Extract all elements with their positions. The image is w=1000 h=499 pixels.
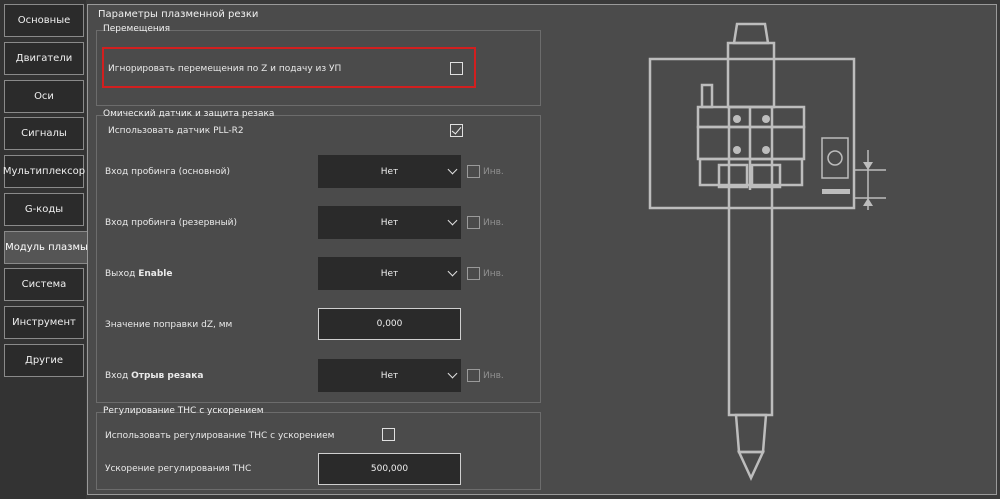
group-ohmic-title: Омический датчик и защита резака bbox=[103, 109, 275, 119]
sidebar-item-tool[interactable]: Инструмент bbox=[4, 306, 84, 339]
group-moves-title: Перемещения bbox=[103, 24, 171, 34]
probe-main-select[interactable]: Нет bbox=[318, 155, 461, 188]
chevron-down-icon bbox=[447, 266, 458, 277]
probe-reserve-inv-label: Инв. bbox=[483, 218, 504, 228]
sidebar-item-other[interactable]: Другие bbox=[4, 344, 84, 377]
thc-use-label: Использовать регулирование THC с ускорен… bbox=[105, 431, 335, 441]
torch-break-label: Вход Отрыв резака bbox=[105, 371, 203, 381]
enable-out-label-bold: Enable bbox=[138, 269, 173, 279]
dz-input[interactable]: 0,000 bbox=[318, 308, 461, 340]
ignore-moves-label: Игнорировать перемещения по Z и подачу и… bbox=[108, 64, 342, 74]
ignore-moves-checkbox[interactable] bbox=[450, 62, 463, 75]
group-thc-title: Регулирование THC с ускорением bbox=[103, 406, 264, 416]
probe-reserve-inv-checkbox[interactable] bbox=[467, 216, 480, 229]
use-sensor-checkbox[interactable] bbox=[450, 124, 463, 137]
sidebar-item-basic[interactable]: Основные bbox=[4, 4, 84, 37]
probe-reserve-value: Нет bbox=[380, 217, 399, 228]
enable-out-select[interactable]: Нет bbox=[318, 257, 461, 290]
thc-accel-label: Ускорение регулирования THC bbox=[105, 464, 252, 474]
torch-break-label-bold: Отрыв резака bbox=[131, 371, 204, 381]
sidebar-item-signals[interactable]: Сигналы bbox=[4, 117, 84, 150]
chevron-down-icon bbox=[447, 215, 458, 226]
chevron-down-icon bbox=[447, 164, 458, 175]
enable-out-label: Выход Enable bbox=[105, 269, 172, 279]
page-title: Параметры плазменной резки bbox=[98, 9, 259, 20]
thc-accel-input[interactable]: 500,000 bbox=[318, 453, 461, 485]
sidebar-item-system[interactable]: Система bbox=[4, 268, 84, 301]
probe-main-label: Вход пробинга (основной) bbox=[105, 167, 230, 177]
enable-out-inv-label: Инв. bbox=[483, 269, 504, 279]
sidebar-item-multiplexer[interactable]: Мультиплексор bbox=[3, 155, 85, 188]
chevron-down-icon bbox=[447, 368, 458, 379]
thc-use-checkbox[interactable] bbox=[382, 428, 395, 441]
torch-break-inv-label: Инв. bbox=[483, 371, 504, 381]
enable-out-label-prefix: Выход bbox=[105, 269, 139, 279]
enable-out-value: Нет bbox=[380, 268, 399, 279]
sidebar-item-plasma-module[interactable]: Модуль плазмы bbox=[4, 231, 88, 264]
sidebar-item-gcodes[interactable]: G-коды bbox=[4, 193, 84, 226]
enable-out-inv-checkbox[interactable] bbox=[467, 267, 480, 280]
sidebar: Основные Двигатели Оси Сигналы Мультипле… bbox=[0, 0, 88, 499]
probe-main-inv-label: Инв. bbox=[483, 167, 504, 177]
probe-main-value: Нет bbox=[380, 166, 399, 177]
probe-reserve-select[interactable]: Нет bbox=[318, 206, 461, 239]
probe-main-inv-checkbox[interactable] bbox=[467, 165, 480, 178]
sidebar-item-motors[interactable]: Двигатели bbox=[4, 42, 84, 75]
torch-break-label-prefix: Вход bbox=[105, 371, 132, 381]
sidebar-item-axes[interactable]: Оси bbox=[4, 80, 84, 113]
probe-reserve-label: Вход пробинга (резервный) bbox=[105, 218, 238, 228]
use-sensor-label: Использовать датчик PLL-R2 bbox=[108, 126, 244, 136]
torch-diagram bbox=[648, 22, 886, 481]
torch-break-value: Нет bbox=[380, 370, 399, 381]
torch-break-inv-checkbox[interactable] bbox=[467, 369, 480, 382]
dz-label: Значение поправки dZ, мм bbox=[105, 320, 233, 330]
torch-break-select[interactable]: Нет bbox=[318, 359, 461, 392]
